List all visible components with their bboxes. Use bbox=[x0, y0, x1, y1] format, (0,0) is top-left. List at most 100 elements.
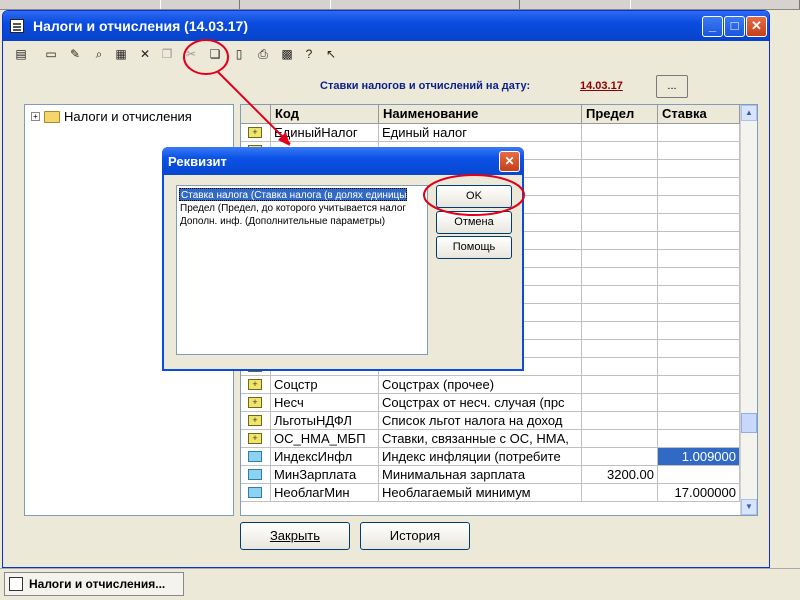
cell-rate[interactable] bbox=[658, 214, 740, 232]
history-button[interactable]: История bbox=[360, 522, 470, 550]
filter-icon[interactable]: ▩ bbox=[279, 46, 295, 62]
scroll-down-icon[interactable]: ▼ bbox=[741, 499, 757, 515]
cell-limit[interactable]: 3200.00 bbox=[582, 466, 658, 484]
cell-limit[interactable] bbox=[582, 358, 658, 376]
minimize-button[interactable]: _ bbox=[702, 16, 723, 37]
cell-rate[interactable]: 1.009000 bbox=[658, 448, 740, 466]
cell-code[interactable]: ОС_НМА_МБП bbox=[271, 430, 379, 448]
cell-rate[interactable] bbox=[658, 340, 740, 358]
cell-limit[interactable] bbox=[582, 142, 658, 160]
header-rate[interactable]: Ставка bbox=[658, 105, 740, 124]
cell-rate[interactable] bbox=[658, 142, 740, 160]
cell-rate[interactable] bbox=[658, 358, 740, 376]
cell-limit[interactable] bbox=[582, 286, 658, 304]
table-row[interactable]: + Соцстр Соцстрах (прочее) bbox=[241, 376, 740, 394]
cell-limit[interactable] bbox=[582, 394, 658, 412]
cell-name[interactable]: Ставки, связанные с ОС, НМА, bbox=[379, 430, 582, 448]
cut-icon[interactable]: ✂ bbox=[183, 46, 199, 62]
cell-name[interactable]: Соцстрах от несч. случая (прс bbox=[379, 394, 582, 412]
dialog-title-bar[interactable]: Реквизит ✕ bbox=[162, 147, 524, 175]
cell-rate[interactable] bbox=[658, 376, 740, 394]
cell-rate[interactable] bbox=[658, 304, 740, 322]
cell-name[interactable]: Список льгот налога на доход bbox=[379, 412, 582, 430]
row-icon-cell[interactable] bbox=[241, 484, 271, 502]
cell-rate[interactable] bbox=[658, 160, 740, 178]
grid-icon[interactable]: ▦ bbox=[113, 46, 129, 62]
cancel-button[interactable]: Отмена bbox=[436, 211, 512, 234]
cell-limit[interactable] bbox=[582, 304, 658, 322]
help-icon[interactable]: ? bbox=[301, 46, 317, 62]
cell-limit[interactable] bbox=[582, 268, 658, 286]
cell-rate[interactable] bbox=[658, 322, 740, 340]
cell-limit[interactable] bbox=[582, 124, 658, 142]
new-icon[interactable]: ▤ bbox=[13, 46, 29, 62]
cell-code[interactable]: ИндексИнфл bbox=[271, 448, 379, 466]
table-row[interactable]: + Несч Соцстрах от несч. случая (прс bbox=[241, 394, 740, 412]
date-picker-button[interactable]: ... bbox=[656, 75, 688, 98]
cell-code[interactable]: ЛьготыНДФЛ bbox=[271, 412, 379, 430]
cell-rate[interactable] bbox=[658, 196, 740, 214]
cell-code[interactable]: Несч bbox=[271, 394, 379, 412]
cell-limit[interactable] bbox=[582, 196, 658, 214]
header-name[interactable]: Наименование bbox=[379, 105, 582, 124]
row-icon-cell[interactable] bbox=[241, 448, 271, 466]
cell-limit[interactable] bbox=[582, 160, 658, 178]
cell-rate[interactable] bbox=[658, 412, 740, 430]
row-icon-cell[interactable]: + bbox=[241, 394, 271, 412]
find-icon[interactable]: ⌕ bbox=[91, 46, 107, 62]
whats-this-icon[interactable]: ↖ bbox=[323, 46, 339, 62]
cell-rate[interactable]: 17.000000 bbox=[658, 484, 740, 502]
cell-limit[interactable] bbox=[582, 340, 658, 358]
delete-icon[interactable]: ✕ bbox=[137, 46, 153, 62]
doc-icon[interactable]: ▯ bbox=[231, 46, 247, 62]
cell-rate[interactable] bbox=[658, 268, 740, 286]
cell-code[interactable]: ЕдиныйНалог bbox=[271, 124, 379, 142]
table-row[interactable]: МинЗарплата Минимальная зарплата 3200.00 bbox=[241, 466, 740, 484]
title-bar[interactable]: Налоги и отчисления (14.03.17) _ □ ✕ bbox=[3, 11, 769, 41]
cell-rate[interactable] bbox=[658, 286, 740, 304]
edit-icon[interactable]: ✎ bbox=[67, 46, 83, 62]
cell-limit[interactable] bbox=[582, 376, 658, 394]
cell-name[interactable]: Соцстрах (прочее) bbox=[379, 376, 582, 394]
list-item[interactable]: Предел (Предел, до которого учитывается … bbox=[179, 202, 406, 215]
cell-code[interactable]: Соцстр bbox=[271, 376, 379, 394]
row-icon-cell[interactable]: + bbox=[241, 124, 271, 142]
cell-limit[interactable] bbox=[582, 448, 658, 466]
row-icon-cell[interactable] bbox=[241, 466, 271, 484]
cell-code[interactable]: МинЗарплата bbox=[271, 466, 379, 484]
cell-limit[interactable] bbox=[582, 232, 658, 250]
cell-code[interactable]: НеоблагМин bbox=[271, 484, 379, 502]
table-row[interactable]: + ЕдиныйНалог Единый налог bbox=[241, 124, 740, 142]
cell-rate[interactable] bbox=[658, 394, 740, 412]
cell-limit[interactable] bbox=[582, 484, 658, 502]
copy-icon[interactable]: ❐ bbox=[159, 46, 175, 62]
print-icon[interactable]: ⎙ bbox=[255, 46, 271, 62]
dialog-close-icon[interactable]: ✕ bbox=[499, 151, 520, 172]
cell-rate[interactable] bbox=[658, 232, 740, 250]
cell-name[interactable]: Необлагаемый минимум bbox=[379, 484, 582, 502]
close-button[interactable]: Закрыть bbox=[240, 522, 350, 550]
rate-date-value[interactable]: 14.03.17 bbox=[580, 80, 623, 92]
cell-rate[interactable] bbox=[658, 430, 740, 448]
cell-limit[interactable] bbox=[582, 412, 658, 430]
scroll-thumb[interactable] bbox=[741, 413, 757, 433]
list-item[interactable]: Ставка налога (Ставка налога (в долях ед… bbox=[179, 188, 408, 201]
cell-rate[interactable] bbox=[658, 466, 740, 484]
table-row[interactable]: ИндексИнфл Индекс инфляции (потребите 1.00… bbox=[241, 448, 740, 466]
ok-button[interactable]: OK bbox=[436, 185, 512, 208]
cell-name[interactable]: Единый налог bbox=[379, 124, 582, 142]
list-item[interactable]: Дополн. инф. (Дополнительные параметры) bbox=[179, 215, 385, 228]
table-row[interactable]: + ЛьготыНДФЛ Список льгот налога на доход bbox=[241, 412, 740, 430]
cell-name[interactable]: Индекс инфляции (потребите bbox=[379, 448, 582, 466]
folder-icon[interactable]: ▭ bbox=[43, 46, 59, 62]
cell-limit[interactable] bbox=[582, 178, 658, 196]
cell-limit[interactable] bbox=[582, 322, 658, 340]
maximize-button[interactable]: □ bbox=[724, 16, 745, 37]
expand-icon[interactable]: + bbox=[31, 112, 40, 121]
row-icon-cell[interactable]: + bbox=[241, 412, 271, 430]
cell-limit[interactable] bbox=[582, 214, 658, 232]
cell-limit[interactable] bbox=[582, 250, 658, 268]
taskbar-item[interactable]: Налоги и отчисления... bbox=[4, 572, 184, 596]
cell-rate[interactable] bbox=[658, 124, 740, 142]
header-limit[interactable]: Предел bbox=[582, 105, 658, 124]
